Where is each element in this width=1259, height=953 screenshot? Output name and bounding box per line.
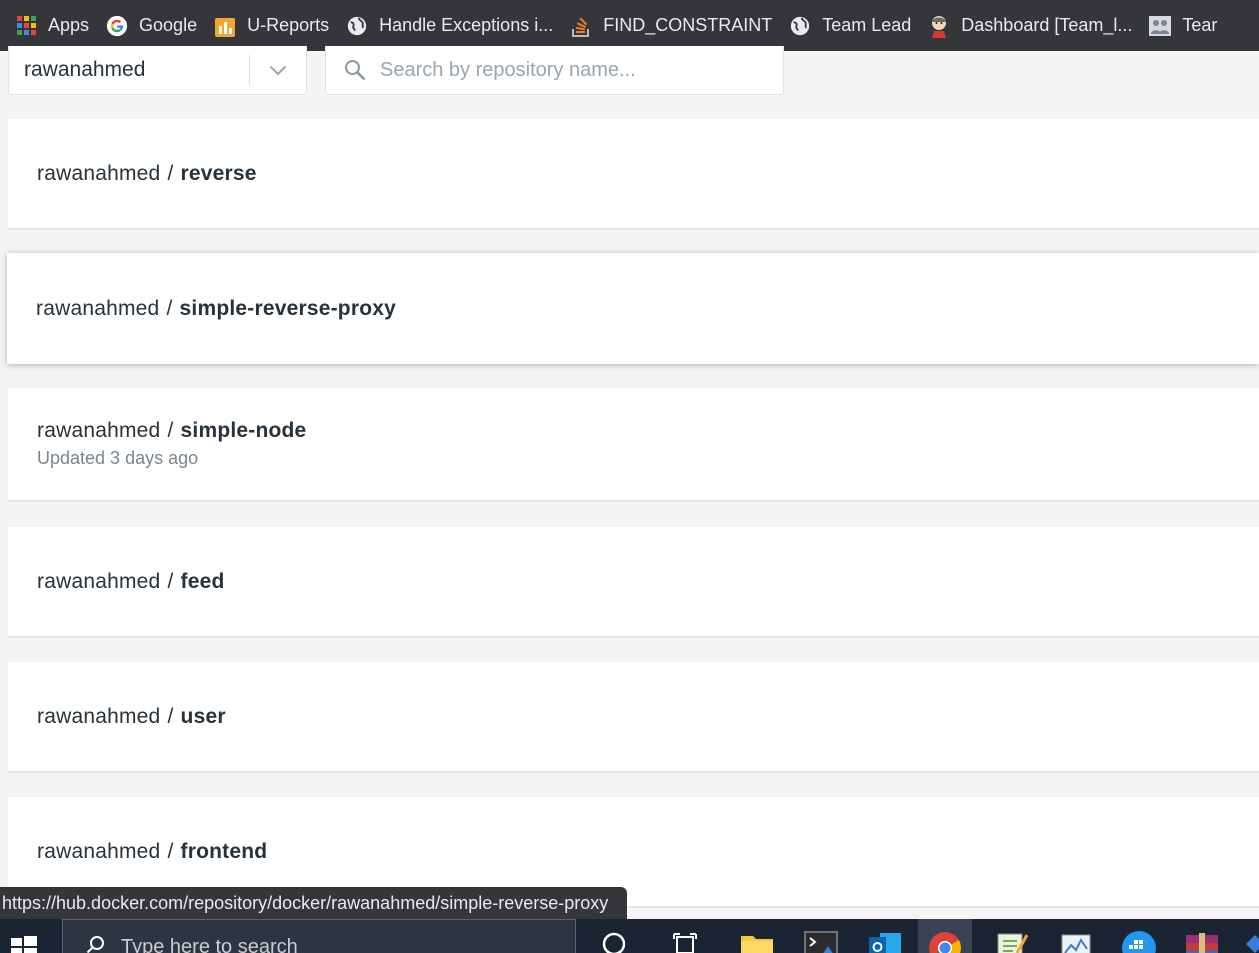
bookmark-label: U-Reports [247,15,330,35]
search-icon [85,934,107,953]
repository-title[interactable]: rawanahmed / feed [37,570,1259,594]
repository-namespace: rawanahmed [36,296,160,320]
repository-search [325,46,784,95]
taskbar-search-placeholder: Type here to search [121,936,298,953]
bookmark-label: FIND_CONSTRAINT [603,15,773,35]
team-icon [1148,14,1172,38]
repository-separator: / [166,296,173,320]
bookmarks-bar: Apps Google U-Reports Handle Exceptions … [0,0,1259,51]
winrar-icon[interactable] [1184,931,1220,953]
repository-card-simple-node[interactable]: rawanahmed / simple-node Updated 3 days … [8,388,1259,502]
repository-separator: / [167,569,174,593]
bookmark-dashboard[interactable]: Dashboard [Team_l... [923,10,1144,42]
bookmark-find-constraint[interactable]: FIND_CONSTRAINT [565,10,784,42]
bookmark-label: Google [139,15,198,35]
bookmark-label: Tear [1182,15,1218,35]
repository-title[interactable]: rawanahmed / simple-node [37,419,1259,443]
file-explorer-icon[interactable] [739,931,775,953]
repository-separator: / [167,839,174,863]
bookmark-team-lead[interactable]: Team Lead [784,10,923,42]
bookmark-label: Dashboard [Team_l... [961,15,1133,35]
repository-namespace: rawanahmed [37,161,161,185]
repository-card-feed[interactable]: rawanahmed / feed [8,527,1259,638]
apps-grid-icon [14,14,38,38]
bookmark-team[interactable]: Tear [1144,10,1229,42]
globe-icon [345,14,369,38]
notepad-plus-plus-icon[interactable] [994,931,1030,953]
jenkins-icon [927,14,951,38]
repository-title[interactable]: rawanahmed / simple-reverse-proxy [36,297,1259,321]
repository-namespace: rawanahmed [37,704,161,728]
repository-namespace: rawanahmed [37,839,161,863]
bookmark-label: Apps [48,15,90,35]
chevron-down-icon[interactable] [250,65,306,76]
link-status-url: https://hub.docker.com/repository/docker… [0,887,627,919]
repository-namespace: rawanahmed [37,569,161,593]
repository-card-simple-reverse-proxy[interactable]: rawanahmed / simple-reverse-proxy [7,253,1259,364]
windows-start-icon[interactable] [10,935,38,953]
bookmark-u-reports[interactable]: U-Reports [209,10,341,42]
repository-title[interactable]: rawanahmed / user [37,705,1259,729]
bookmark-google[interactable]: Google [101,10,209,42]
repository-card-reverse[interactable]: rawanahmed / reverse [8,119,1259,230]
repository-title[interactable]: rawanahmed / frontend [37,840,1259,864]
namespace-select[interactable]: rawanahmed [8,46,307,95]
repository-name: user [180,704,226,728]
google-icon [105,14,129,38]
repository-namespace: rawanahmed [37,419,161,442]
repository-name: simple-node [180,419,307,442]
repository-card-user[interactable]: rawanahmed / user [8,662,1259,773]
reports-icon [213,14,237,38]
stackoverflow-icon [569,14,593,38]
outlook-icon[interactable] [867,931,903,953]
globe-icon [788,14,812,38]
repository-updated: Updated 3 days ago [37,448,199,468]
search-input[interactable] [380,58,760,82]
repository-name: simple-reverse-proxy [179,296,396,320]
taskbar-search-box[interactable]: Type here to search [62,919,576,953]
taskbar: Type here to search [0,919,1259,953]
repository-separator: / [167,161,174,185]
repository-name: feed [180,569,225,593]
search-icon [344,59,366,81]
bookmark-apps[interactable]: Apps [10,10,101,42]
repository-separator: / [167,704,174,728]
bookmark-handle-exceptions[interactable]: Handle Exceptions i... [341,10,565,42]
terminal-icon[interactable] [803,931,839,953]
cortana-icon[interactable] [596,931,632,953]
namespace-value: rawanahmed [24,58,146,81]
docker-icon[interactable] [1121,931,1157,953]
bookmark-label: Handle Exceptions i... [379,15,554,35]
repository-separator: / [167,419,174,442]
task-view-icon[interactable] [667,931,703,953]
chrome-icon[interactable] [927,931,963,953]
bookmark-label: Team Lead [822,15,912,35]
monitor-app-icon[interactable] [1058,931,1094,953]
repository-name: frontend [180,839,268,863]
repository-name: reverse [180,161,257,185]
repository-title[interactable]: rawanahmed / reverse [37,162,1259,186]
pinned-app-icon[interactable] [1236,931,1259,953]
